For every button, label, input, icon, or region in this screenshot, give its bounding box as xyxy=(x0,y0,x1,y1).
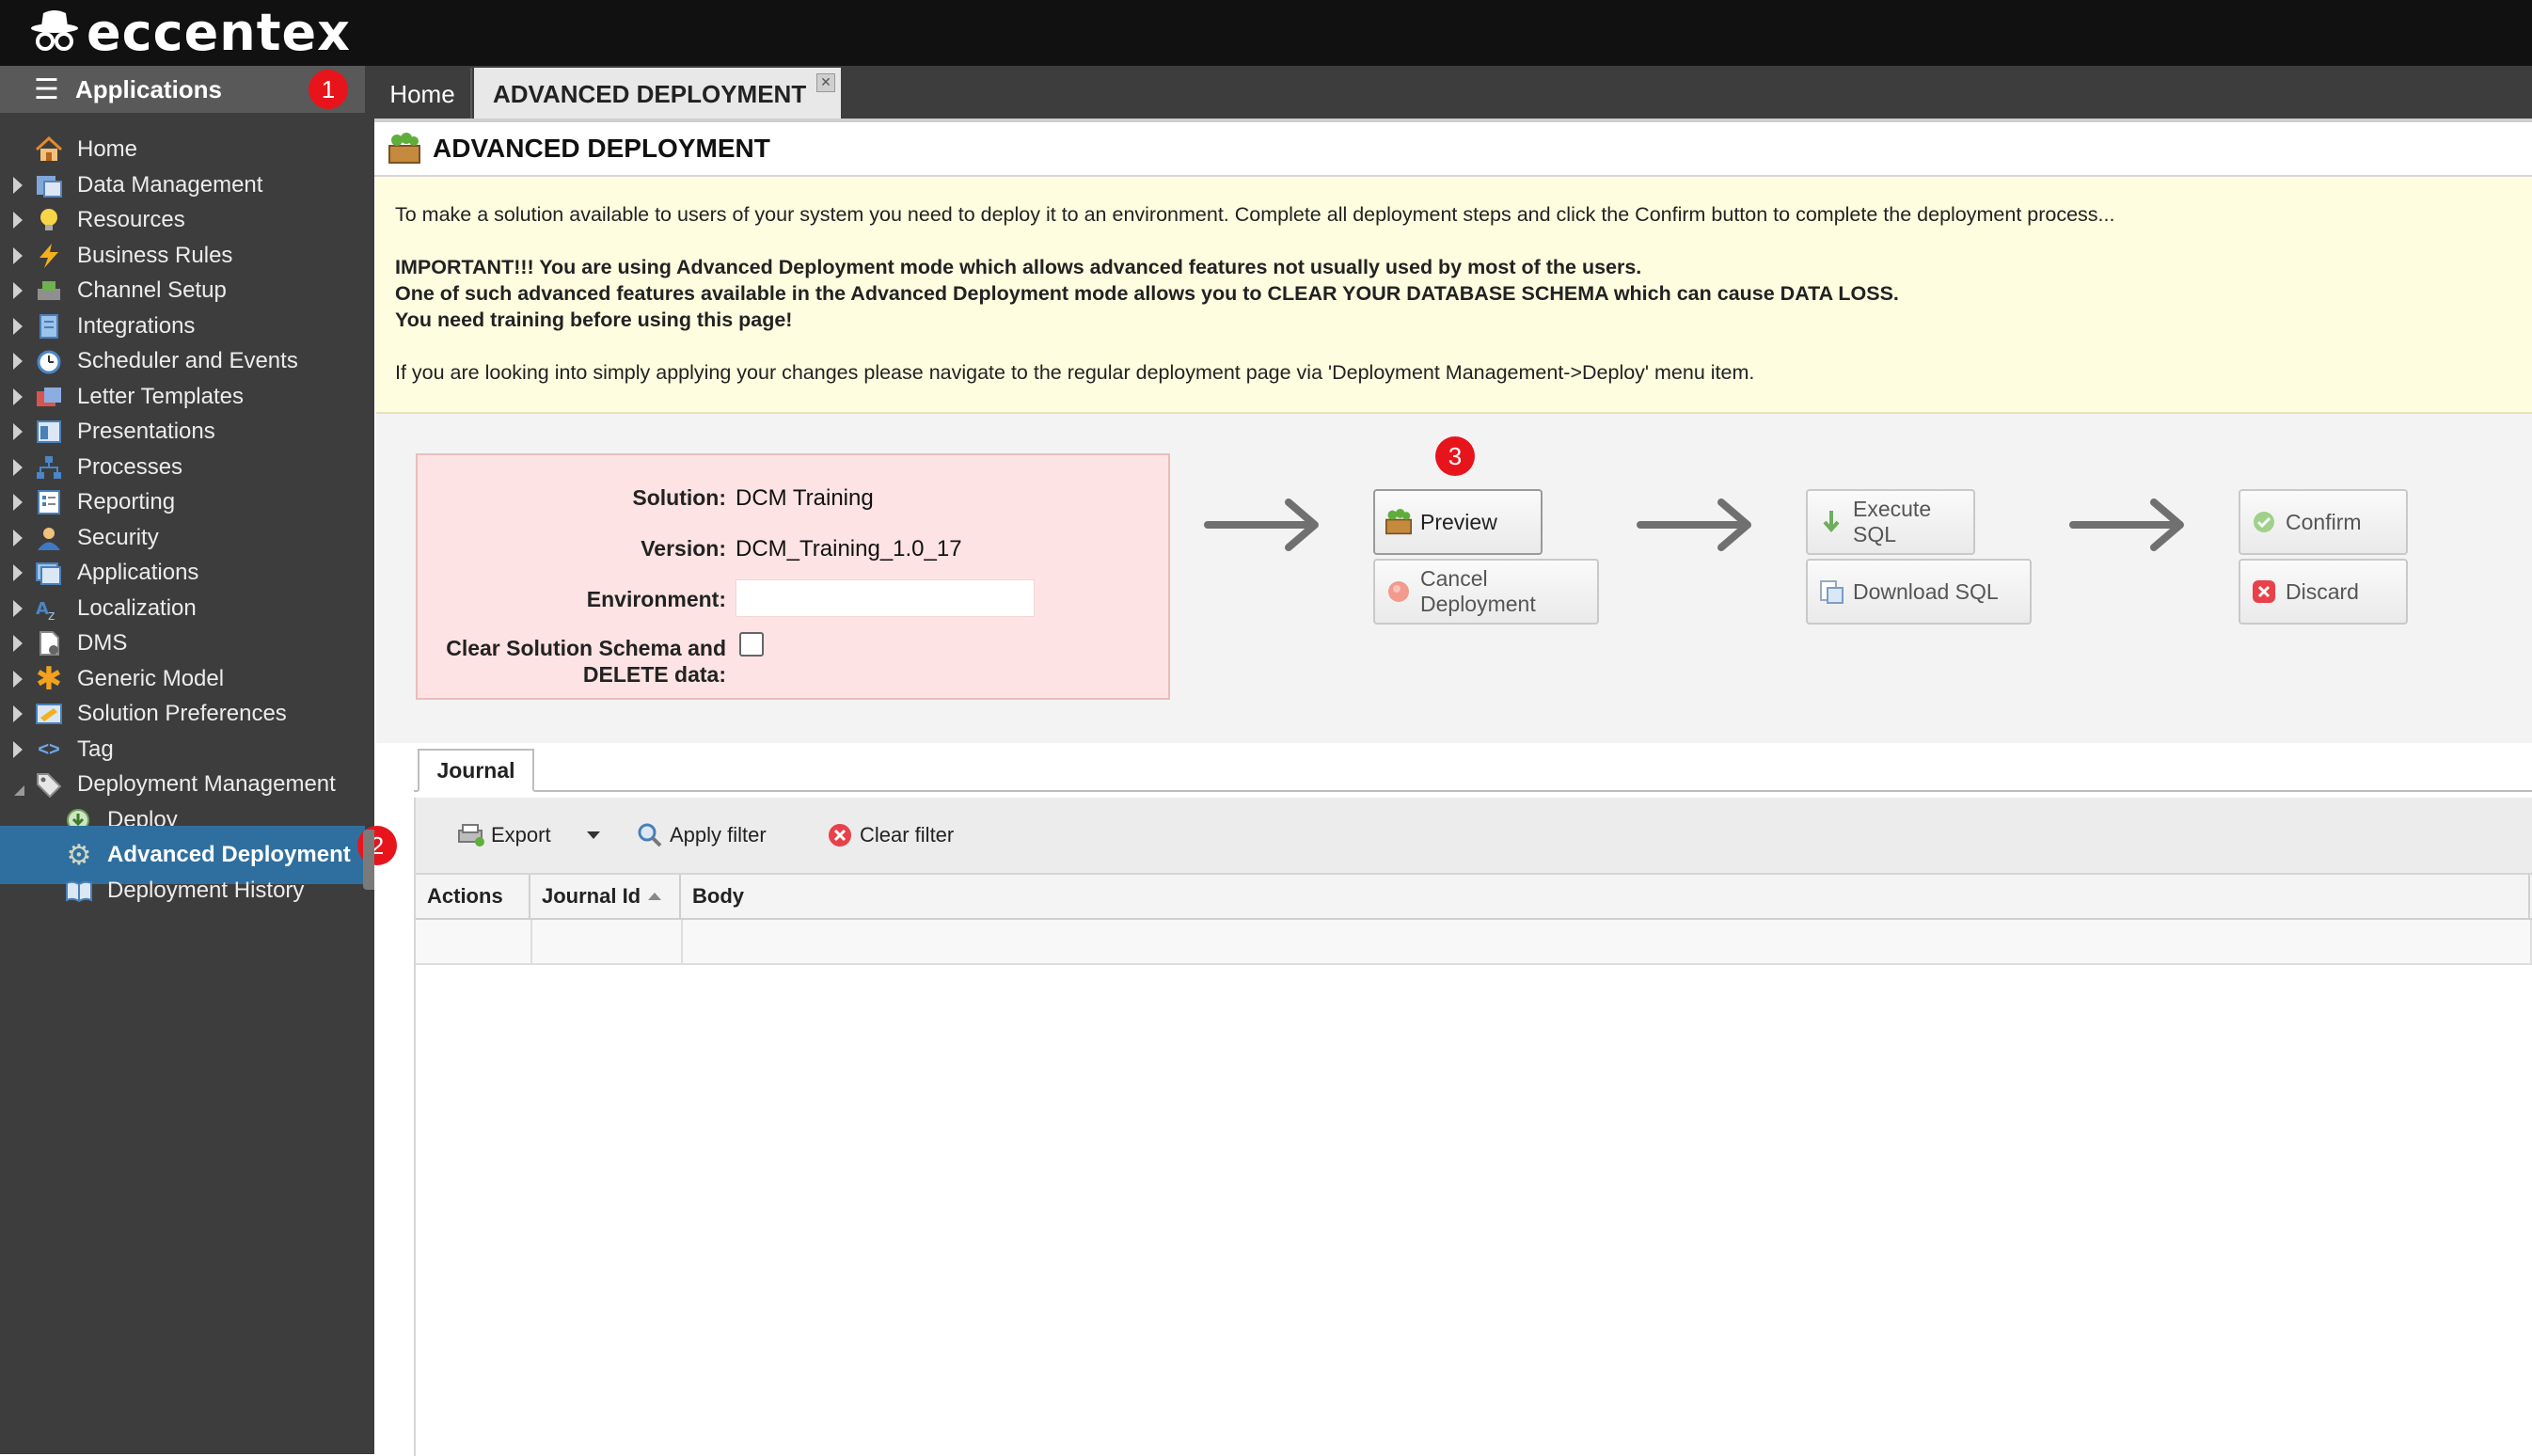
notice-important: IMPORTANT!!! You are using Advanced Depl… xyxy=(395,256,1642,278)
export-button[interactable]: Export xyxy=(457,816,551,854)
export-icon xyxy=(457,821,485,849)
column-header-label: Journal Id xyxy=(542,884,641,908)
table-cell xyxy=(681,920,2532,963)
column-header-label: Body xyxy=(692,884,744,908)
clear-schema-label-line2: DELETE data: xyxy=(582,662,726,687)
column-header-body[interactable]: Body xyxy=(681,875,2530,918)
tab-label: ADVANCED DEPLOYMENT xyxy=(493,79,807,108)
table-cell xyxy=(416,920,532,963)
solution-label: Solution: xyxy=(632,485,726,510)
page-header: ADVANCED DEPLOYMENT xyxy=(374,122,2532,177)
button-label: Confirm xyxy=(2286,509,2362,534)
button-label: Clear filter xyxy=(860,823,955,847)
page-title: ADVANCED DEPLOYMENT xyxy=(433,134,770,163)
button-label: Discard xyxy=(2286,578,2359,604)
download-arrow-icon xyxy=(1817,508,1845,536)
button-label: Export xyxy=(491,823,551,847)
button-label: Cancel Deployment xyxy=(1420,566,1536,616)
sidebar-header-title: Applications xyxy=(75,74,223,103)
cancel-circle-icon xyxy=(1385,578,1413,606)
export-dropdown-icon[interactable] xyxy=(587,831,600,839)
collapse-arrow-icon[interactable] xyxy=(13,778,26,796)
brand-name: eccentex xyxy=(87,2,351,62)
tab-advanced-deployment[interactable]: ADVANCED DEPLOYMENT ✕ xyxy=(474,68,841,120)
button-label: Apply filter xyxy=(670,823,767,847)
tab-strip: Home ADVANCED DEPLOYMENT ✕ xyxy=(374,66,2532,120)
close-tab-icon[interactable]: ✕ xyxy=(816,73,835,92)
sidebar-header[interactable]: ☰ Applications 1 xyxy=(0,66,365,113)
solution-value: DCM Training xyxy=(736,485,874,511)
journal-toolbar: Export Apply filter Clear filter xyxy=(416,798,2532,875)
apply-filter-button[interactable]: Apply filter xyxy=(636,816,767,854)
sidebar-collapse-handle[interactable] xyxy=(363,830,374,890)
book-icon xyxy=(64,876,94,906)
table-row xyxy=(416,920,2532,965)
sidebar-item-deployment-history[interactable]: Deployment History xyxy=(0,862,365,920)
version-value: DCM_Training_1.0_17 xyxy=(736,536,962,562)
annotation-badge-1: 1 xyxy=(309,70,348,109)
solution-panel: Solution: DCM Training Version: DCM_Trai… xyxy=(416,453,1170,700)
column-header-label: Actions xyxy=(427,884,503,908)
deployment-package-icon xyxy=(388,133,420,164)
journal-panel: Journal Export Apply filter Clear filter… xyxy=(414,743,2532,1456)
grid-border xyxy=(414,798,416,1456)
notice-intro: To make a solution available to users of… xyxy=(395,203,2115,226)
clear-schema-label-line1: Clear Solution Schema and xyxy=(446,636,726,660)
clear-schema-checkbox[interactable] xyxy=(739,632,764,657)
journal-grid-header: Actions Journal Id Body xyxy=(416,875,2532,920)
brand-logo[interactable]: eccentex xyxy=(30,3,351,62)
x-icon xyxy=(2250,578,2278,606)
tab-home[interactable]: Home xyxy=(374,68,472,120)
notice-data-loss-warning: One of such advanced features available … xyxy=(395,282,1899,305)
flow-arrow-icon xyxy=(1204,499,1319,551)
execute-sql-button[interactable]: Execute SQL xyxy=(1806,489,1975,555)
clear-filter-button[interactable]: Clear filter xyxy=(826,816,954,854)
warning-notice: To make a solution available to users of… xyxy=(376,177,2532,414)
flow-arrow-icon xyxy=(1637,499,1751,551)
confirm-button[interactable]: Confirm xyxy=(2239,489,2408,555)
check-circle-icon xyxy=(2250,508,2278,536)
button-label: Execute SQL xyxy=(1853,497,1932,546)
discard-button[interactable]: Discard xyxy=(2239,559,2408,625)
x-circle-icon xyxy=(826,821,854,849)
button-label: Preview xyxy=(1420,509,1497,534)
tab-label: Home xyxy=(389,79,455,108)
environment-label: Environment: xyxy=(586,587,726,611)
sidebar-item-label: Deployment History xyxy=(107,878,305,903)
column-header-actions[interactable]: Actions xyxy=(416,875,530,918)
notice-training-warning: You need training before using this page… xyxy=(395,309,793,331)
hamburger-menu-icon[interactable]: ☰ xyxy=(34,73,64,106)
magnifier-icon xyxy=(636,821,664,849)
notice-navigation-hint: If you are looking into simply applying … xyxy=(395,361,1755,384)
column-header-journal-id[interactable]: Journal Id xyxy=(530,875,681,918)
top-bar: eccentex xyxy=(0,0,2532,66)
tab-label: Journal xyxy=(436,757,515,783)
preview-button[interactable]: Preview xyxy=(1373,489,1543,555)
environment-input[interactable] xyxy=(736,579,1035,617)
download-sql-button[interactable]: Download SQL xyxy=(1806,559,2032,625)
deployment-package-icon xyxy=(1385,508,1413,536)
table-cell xyxy=(530,920,683,963)
tab-journal[interactable]: Journal xyxy=(418,749,534,792)
sidebar: ☰ Applications 1 Home Data Management Re… xyxy=(0,66,397,1454)
sort-ascending-icon xyxy=(648,893,662,900)
cancel-deployment-button[interactable]: Cancel Deployment xyxy=(1373,559,1599,625)
journal-tab-bar: Journal xyxy=(414,743,2532,792)
annotation-badge-3: 3 xyxy=(1435,436,1475,476)
flow-arrow-icon xyxy=(2069,499,2184,551)
button-label: Download SQL xyxy=(1853,578,1999,604)
spy-hat-icon xyxy=(31,10,78,51)
download-sql-icon xyxy=(1817,578,1845,606)
deployment-area: Solution: DCM Training Version: DCM_Trai… xyxy=(376,414,2532,743)
version-label: Version: xyxy=(641,536,726,561)
